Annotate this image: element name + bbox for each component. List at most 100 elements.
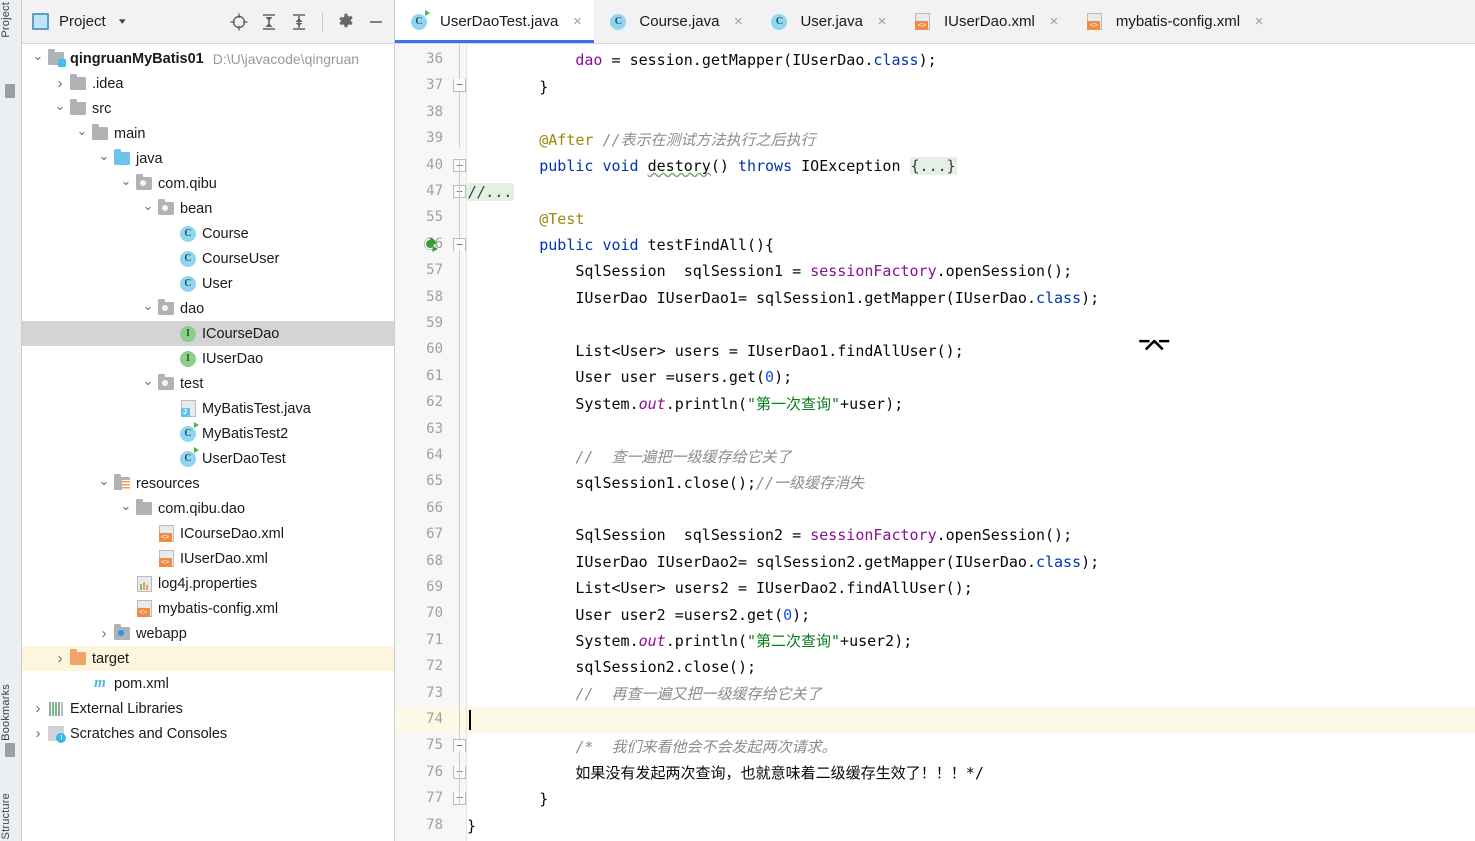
gear-icon[interactable] <box>334 10 358 34</box>
editor-tab-userdaotest-java[interactable]: C UserDaoTest.java × <box>395 0 595 43</box>
chevron-down-icon[interactable] <box>96 477 112 491</box>
tree-node-iuserdao-xml[interactable]: IUserDao.xml <box>22 546 394 571</box>
folded-body-chip[interactable]: {...} <box>909 156 957 175</box>
tree-node-external-libraries[interactable]: External Libraries <box>22 696 394 721</box>
code-line-40[interactable]: public void destory() throws IOException… <box>467 153 1475 179</box>
code-line-75[interactable]: /* 我们来看他会不会发起两次请求。 <box>467 733 1475 759</box>
code-line-63[interactable] <box>467 417 1475 443</box>
run-test-gutter-icon[interactable] <box>423 237 439 253</box>
tree-node-mybatis-config-xml[interactable]: mybatis-config.xml <box>22 596 394 621</box>
editor-tab-user-java[interactable]: C User.java × <box>755 0 899 43</box>
tree-node-icoursedao-xml[interactable]: ICourseDao.xml <box>22 521 394 546</box>
chevron-right-icon[interactable] <box>52 651 68 666</box>
fold-marker-minus[interactable]: − <box>453 79 466 93</box>
code-line-62[interactable]: System.out.println("第一次查询"+user); <box>467 390 1475 416</box>
tree-node-iuserdao[interactable]: I IUserDao <box>22 346 394 371</box>
close-icon[interactable]: × <box>570 13 584 30</box>
tree-node-dao[interactable]: dao <box>22 296 394 321</box>
tree-node-courseuser[interactable]: C CourseUser <box>22 246 394 271</box>
expand-all-icon[interactable] <box>257 10 281 34</box>
chevron-right-icon[interactable] <box>96 626 112 641</box>
tree-node-icoursedao[interactable]: I ICourseDao <box>22 321 394 346</box>
code-line-78[interactable]: } <box>467 813 1475 839</box>
tree-node-test[interactable]: test <box>22 371 394 396</box>
tree-node-mybatistest-java[interactable]: MyBatisTest.java <box>22 396 394 421</box>
minimize-icon[interactable] <box>364 10 388 34</box>
tree-node-idea[interactable]: .idea <box>22 71 394 96</box>
code-line-73[interactable]: // 再查一遍又把一级缓存给它关了 <box>467 681 1475 707</box>
code-line-70[interactable]: User user2 =users2.get(0); <box>467 601 1475 627</box>
stripe-label-bookmarks[interactable]: Bookmarks <box>0 684 22 741</box>
chevron-down-icon[interactable] <box>118 502 134 516</box>
close-icon[interactable]: × <box>731 13 745 30</box>
code-line-64[interactable]: // 查一遍把一级缓存给它关了 <box>467 443 1475 469</box>
code-line-39[interactable]: @After //表示在测试方法执行之后执行 <box>467 126 1475 152</box>
project-tree[interactable]: qingruanMyBatis01 D:\U\javacode\qingruan.… <box>22 44 394 841</box>
code-line-76[interactable]: 如果没有发起两次查询，也就意味着二级缓存生效了！！！*/ <box>467 760 1475 786</box>
editor-gutter[interactable]: 3637383940475556575859606162636465666768… <box>395 44 467 841</box>
tree-node-src[interactable]: src <box>22 96 394 121</box>
tree-node-webapp[interactable]: webapp <box>22 621 394 646</box>
chevron-down-icon[interactable] <box>30 52 46 66</box>
tree-node-main[interactable]: main <box>22 121 394 146</box>
tree-node-com-qibu[interactable]: com.qibu <box>22 171 394 196</box>
tool-window-stripe-left[interactable]: Project Bookmarks Structure <box>0 0 22 841</box>
code-line-37[interactable]: } <box>467 73 1475 99</box>
code-line-67[interactable]: SqlSession sqlSession2 = sessionFactory.… <box>467 522 1475 548</box>
code-line-69[interactable]: List<User> users2 = IUserDao2.findAllUse… <box>467 575 1475 601</box>
code-line-68[interactable]: IUserDao IUserDao2= sqlSession2.getMappe… <box>467 549 1475 575</box>
chevron-right-icon[interactable] <box>52 76 68 91</box>
editor-tab-course-java[interactable]: C Course.java × <box>594 0 755 43</box>
code-line-65[interactable]: sqlSession1.close();//一级缓存消失 <box>467 469 1475 495</box>
stripe-label-project[interactable]: Project <box>0 2 22 38</box>
tree-node-qingruanmybatis01[interactable]: qingruanMyBatis01 D:\U\javacode\qingruan <box>22 46 394 71</box>
code-line-71[interactable]: System.out.println("第二次查询"+user2); <box>467 628 1475 654</box>
tree-node-log4j-properties[interactable]: log4j.properties <box>22 571 394 596</box>
code-line-36[interactable]: dao = session.getMapper(IUserDao.class); <box>467 47 1475 73</box>
code-line-77[interactable]: } <box>467 786 1475 812</box>
tree-node-course[interactable]: C Course <box>22 221 394 246</box>
code-line-57[interactable]: SqlSession sqlSession1 = sessionFactory.… <box>467 258 1475 284</box>
code-line-74[interactable] <box>467 707 1475 734</box>
stripe-label-structure[interactable]: Structure <box>0 793 22 839</box>
close-icon[interactable]: × <box>1047 13 1061 30</box>
tree-node-java[interactable]: java <box>22 146 394 171</box>
chevron-down-icon[interactable] <box>140 302 156 316</box>
editor-tab-iuserdao-xml[interactable]: IUserDao.xml × <box>899 0 1071 43</box>
tree-node-resources[interactable]: resources <box>22 471 394 496</box>
stripe-handle-bottom[interactable] <box>5 743 15 757</box>
tree-node-target[interactable]: target <box>22 646 394 671</box>
tree-node-userdaotest[interactable]: C UserDaoTest <box>22 446 394 471</box>
editor-scrollbar[interactable] <box>1461 44 1475 841</box>
editor-tab-mybatis-config-xml[interactable]: mybatis-config.xml × <box>1071 0 1276 43</box>
tree-node-com-qibu-dao[interactable]: com.qibu.dao <box>22 496 394 521</box>
code-line-61[interactable]: User user =users.get(0); <box>467 364 1475 390</box>
code-line-55[interactable]: @Test <box>467 205 1475 231</box>
chevron-down-icon[interactable] <box>74 127 90 141</box>
chevron-down-icon[interactable] <box>52 102 68 116</box>
chevron-down-icon[interactable] <box>140 202 156 216</box>
code-column[interactable]: dao = session.getMapper(IUserDao.class);… <box>467 44 1475 841</box>
chevron-down-icon[interactable]: ▾ <box>119 16 126 27</box>
chevron-right-icon[interactable] <box>30 701 46 716</box>
collapse-all-icon[interactable] <box>287 10 311 34</box>
code-line-58[interactable]: IUserDao IUserDao1= sqlSession1.getMappe… <box>467 285 1475 311</box>
tree-node-bean[interactable]: bean <box>22 196 394 221</box>
stripe-handle-top[interactable] <box>5 84 15 98</box>
tree-node-mybatistest2[interactable]: C MyBatisTest2 <box>22 421 394 446</box>
code-line-72[interactable]: sqlSession2.close(); <box>467 654 1475 680</box>
code-line-66[interactable] <box>467 496 1475 522</box>
chevron-down-icon[interactable] <box>96 152 112 166</box>
editor-body[interactable]: 3637383940475556575859606162636465666768… <box>395 44 1475 841</box>
tree-node-scratches-and-consoles[interactable]: Scratches and Consoles <box>22 721 394 746</box>
code-line-60[interactable]: List<User> users = IUserDao1.findAllUser… <box>467 337 1475 363</box>
code-line-38[interactable] <box>467 100 1475 126</box>
code-line-59[interactable] <box>467 311 1475 337</box>
close-icon[interactable]: × <box>1252 13 1266 30</box>
code-line-56[interactable]: public void testFindAll(){ <box>467 232 1475 258</box>
locate-icon[interactable] <box>227 10 251 34</box>
editor-tab-bar[interactable]: C UserDaoTest.java × C Course.java × C User.jav… <box>395 0 1475 44</box>
code-line-47[interactable]: //... <box>467 179 1475 205</box>
chevron-down-icon[interactable] <box>118 177 134 191</box>
folded-comment-chip[interactable]: //... <box>467 183 515 202</box>
